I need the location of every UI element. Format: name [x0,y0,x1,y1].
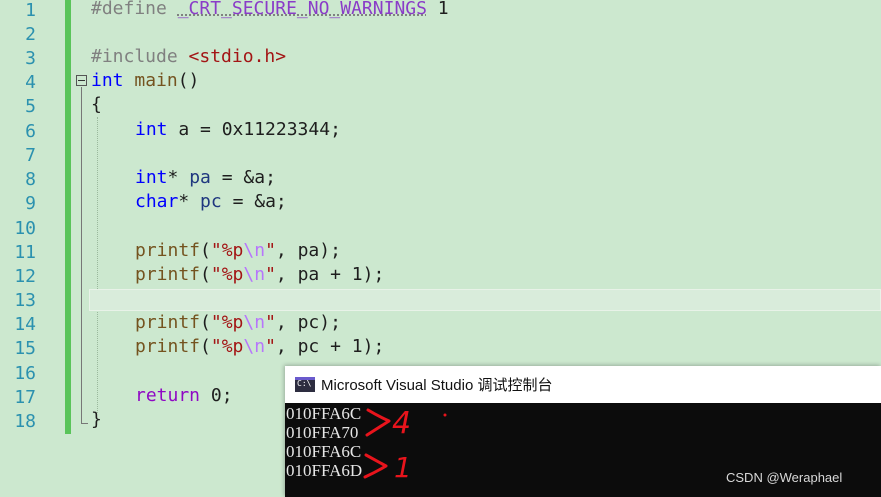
bracket-mark-2 [363,453,388,479]
annotation-4: 4 [392,406,411,441]
watermark: CSDN @Weraphael [726,470,843,485]
annotation-1: 1 [394,451,412,484]
handwritten-annotations: 4 1 [363,406,447,484]
annotation-dot [443,413,447,417]
bracket-mark-1 [365,408,391,437]
